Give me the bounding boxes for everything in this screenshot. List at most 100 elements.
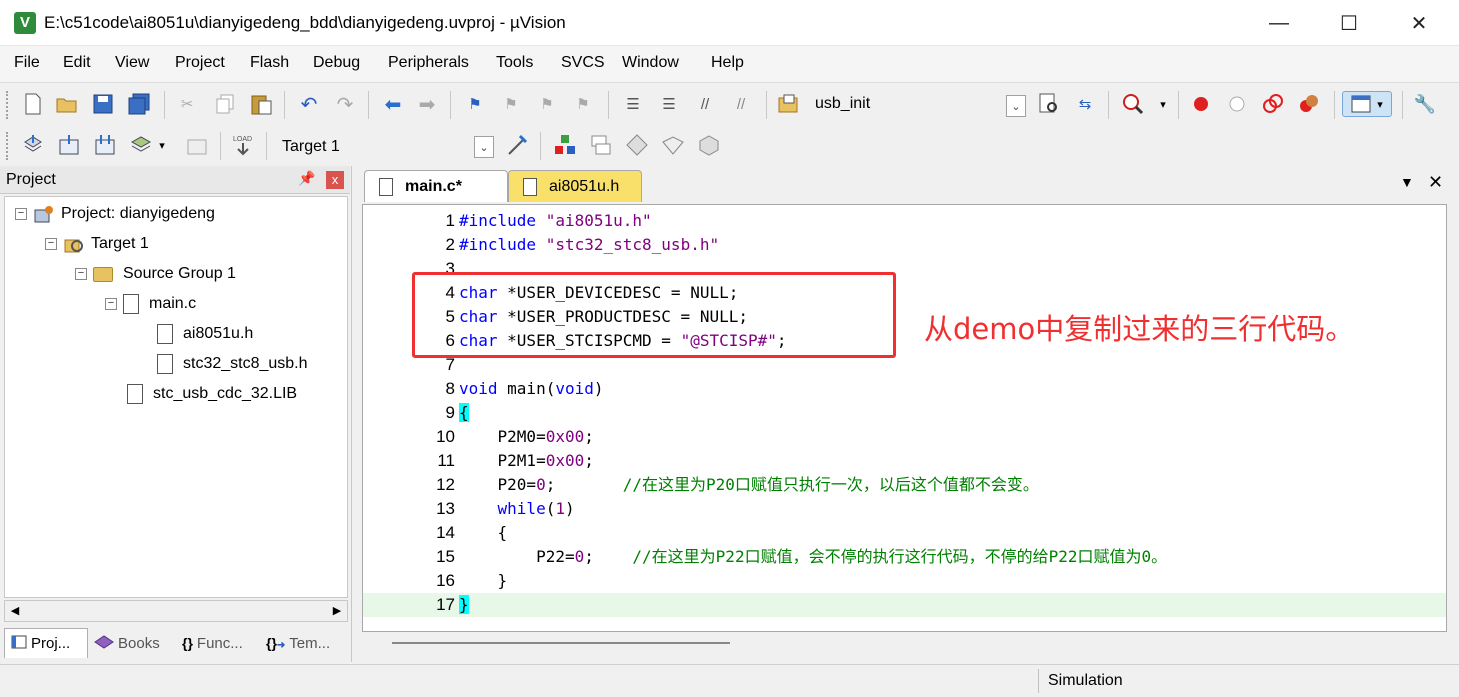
target-combo-dropdown-icon[interactable]: ⌄ bbox=[474, 136, 494, 158]
previous-bookmark-icon[interactable]: ⚑ bbox=[498, 91, 524, 117]
menu-help[interactable]: Help bbox=[711, 54, 744, 72]
start-debug-session-icon[interactable] bbox=[1120, 91, 1146, 117]
menu-view[interactable]: View bbox=[115, 54, 149, 72]
target-options-icon[interactable] bbox=[504, 132, 530, 158]
scrollbar-thumb[interactable] bbox=[392, 642, 730, 644]
close-tab-icon[interactable]: ✕ bbox=[1428, 172, 1443, 193]
manage-project-items-icon[interactable] bbox=[552, 132, 578, 158]
window-layout-icon[interactable]: ▾ bbox=[1342, 91, 1392, 117]
batch-build-icon[interactable] bbox=[128, 132, 154, 158]
code-line-17[interactable]: 17} bbox=[363, 593, 1446, 617]
menu-tools[interactable]: Tools bbox=[496, 54, 533, 72]
tab-ai8051u-h[interactable]: ai8051u.h bbox=[508, 170, 642, 202]
menu-window[interactable]: Window bbox=[622, 54, 679, 72]
close-window-button[interactable]: ✕ bbox=[1384, 0, 1454, 46]
code-line-9[interactable]: 9{ bbox=[363, 401, 1446, 425]
code-line-8[interactable]: 8 void main(void) bbox=[363, 377, 1446, 401]
run-time-environment-icon[interactable] bbox=[660, 132, 686, 158]
redo-icon[interactable]: ↷ bbox=[332, 91, 358, 117]
stop-build-icon[interactable] bbox=[184, 132, 210, 158]
collapse-icon[interactable]: − bbox=[45, 238, 57, 250]
comment-icon[interactable]: // bbox=[692, 91, 718, 117]
paste-icon[interactable] bbox=[248, 91, 274, 117]
scroll-left-icon[interactable]: ◀ bbox=[5, 601, 25, 621]
load-download-icon[interactable]: LOAD bbox=[230, 132, 256, 158]
code-line-2[interactable]: 2 #include "stc32_stc8_usb.h" bbox=[363, 233, 1446, 257]
open-folder-icon[interactable] bbox=[54, 91, 80, 117]
tab-project[interactable]: Proj... bbox=[4, 628, 88, 658]
save-all-icon[interactable] bbox=[126, 91, 152, 117]
maximize-button[interactable]: ☐ bbox=[1314, 0, 1384, 46]
code-line-10[interactable]: 10 P2M0=0x00; bbox=[363, 425, 1446, 449]
toolbar-grip[interactable] bbox=[6, 91, 10, 119]
find-in-files-icon[interactable] bbox=[776, 91, 802, 117]
tree-item-main-c[interactable]: − main.c bbox=[105, 291, 196, 317]
code-line-13[interactable]: 13 while(1) bbox=[363, 497, 1446, 521]
minimize-button[interactable]: — bbox=[1244, 0, 1314, 46]
tree-item-ai8051u-h[interactable]: ai8051u.h bbox=[157, 321, 253, 347]
editor-horizontal-scrollbar[interactable] bbox=[362, 632, 1447, 654]
batch-build-dropdown-icon[interactable]: ▾ bbox=[154, 132, 170, 158]
code-line-14[interactable]: 14 { bbox=[363, 521, 1446, 545]
toolbar-grip-2[interactable] bbox=[6, 132, 10, 160]
project-horizontal-scrollbar[interactable]: ◀ ▶ bbox=[4, 600, 348, 622]
tab-books[interactable]: Books bbox=[92, 628, 174, 658]
new-file-icon[interactable] bbox=[20, 91, 46, 117]
debug-dropdown-icon[interactable]: ▾ bbox=[1150, 91, 1176, 117]
scrollbar-thumb[interactable] bbox=[27, 603, 325, 619]
code-editor[interactable]: 1 #include "ai8051u.h" 2 #include "stc32_st… bbox=[362, 204, 1447, 632]
clear-bookmarks-icon[interactable]: ⚑ bbox=[570, 91, 596, 117]
tree-item-project[interactable]: − Project: dianyigedeng bbox=[15, 201, 215, 227]
tab-main-c[interactable]: main.c* bbox=[364, 170, 508, 202]
navigate-back-icon[interactable]: ⬅ bbox=[380, 91, 406, 117]
kill-all-breakpoints-icon[interactable] bbox=[1296, 91, 1322, 117]
rebuild-icon[interactable] bbox=[92, 132, 118, 158]
tab-functions[interactable]: {} Func... bbox=[178, 628, 260, 658]
code-line-12[interactable]: 12 P20=0; //在这里为P20口赋值只执行一次，以后这个值都不会变。 bbox=[363, 473, 1446, 497]
menu-peripherals[interactable]: Peripherals bbox=[388, 54, 469, 72]
disable-all-breakpoints-icon[interactable] bbox=[1260, 91, 1286, 117]
menu-svcs[interactable]: SVCS bbox=[561, 54, 605, 72]
function-combo-dropdown-icon[interactable]: ⌄ bbox=[1006, 95, 1026, 117]
menu-file[interactable]: File bbox=[14, 54, 40, 72]
software-packs-icon[interactable] bbox=[696, 132, 722, 158]
menu-project[interactable]: Project bbox=[175, 54, 225, 72]
build-icon[interactable] bbox=[56, 132, 82, 158]
tab-list-dropdown-icon[interactable]: ▼ bbox=[1400, 174, 1414, 190]
menu-edit[interactable]: Edit bbox=[63, 54, 91, 72]
target-combo-value[interactable]: Target 1 bbox=[282, 138, 340, 156]
code-line-16[interactable]: 16 } bbox=[363, 569, 1446, 593]
collapse-icon[interactable]: − bbox=[15, 208, 27, 220]
save-icon[interactable] bbox=[90, 91, 116, 117]
code-line-11[interactable]: 11 P2M1=0x00; bbox=[363, 449, 1446, 473]
cut-icon[interactable]: ✂ bbox=[174, 91, 200, 117]
scroll-right-icon[interactable]: ▶ bbox=[327, 601, 347, 621]
code-line-1[interactable]: 1 #include "ai8051u.h" bbox=[363, 209, 1446, 233]
close-panel-icon[interactable]: x bbox=[326, 171, 344, 189]
pin-icon[interactable]: 📌 bbox=[298, 170, 315, 187]
indent-icon[interactable]: ☰ bbox=[620, 91, 646, 117]
code-line-15[interactable]: 15 P22=0; //在这里为P22口赋值，会不停的执行这行代码，不停的给P2… bbox=[363, 545, 1446, 569]
translate-icon[interactable] bbox=[20, 132, 46, 158]
tree-item-source-group[interactable]: − Source Group 1 bbox=[75, 261, 236, 287]
pack-installer-icon[interactable] bbox=[624, 132, 650, 158]
copy-icon[interactable] bbox=[212, 91, 238, 117]
undo-icon[interactable]: ↶ bbox=[296, 91, 322, 117]
function-combo-value[interactable]: usb_init bbox=[815, 95, 870, 113]
find-icon[interactable] bbox=[1036, 91, 1062, 117]
collapse-icon[interactable]: − bbox=[105, 298, 117, 310]
insert-breakpoint-icon[interactable] bbox=[1188, 91, 1214, 117]
uncomment-icon[interactable]: // bbox=[728, 91, 754, 117]
incremental-find-icon[interactable]: ⇆ bbox=[1072, 91, 1098, 117]
enable-breakpoint-icon[interactable] bbox=[1224, 91, 1250, 117]
menu-flash[interactable]: Flash bbox=[250, 54, 289, 72]
select-packs-icon[interactable] bbox=[588, 132, 614, 158]
next-bookmark-icon[interactable]: ⚑ bbox=[534, 91, 560, 117]
menu-debug[interactable]: Debug bbox=[313, 54, 360, 72]
tree-item-stc-usb-cdc-lib[interactable]: stc_usb_cdc_32.LIB bbox=[127, 381, 297, 407]
navigate-forward-icon[interactable]: ➡ bbox=[414, 91, 440, 117]
tree-item-stc32-stc8-usb-h[interactable]: stc32_stc8_usb.h bbox=[157, 351, 308, 377]
configure-wrench-icon[interactable]: 🔧 bbox=[1412, 91, 1438, 117]
collapse-icon[interactable]: − bbox=[75, 268, 87, 280]
insert-bookmark-icon[interactable]: ⚑ bbox=[462, 91, 488, 117]
